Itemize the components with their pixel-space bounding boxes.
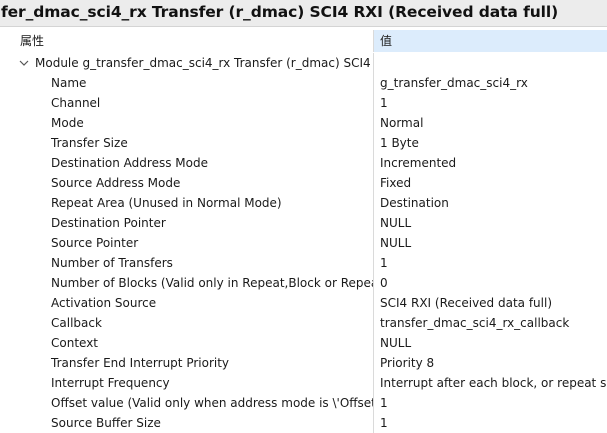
module-label: Module g_transfer_dmac_sci4_rx Transfer … <box>35 56 374 70</box>
property-value[interactable]: NULL <box>374 333 607 353</box>
property-cell: Source Pointer <box>0 233 374 253</box>
table-row[interactable]: Callback transfer_dmac_sci4_rx_callback <box>0 313 607 333</box>
property-name: Transfer Size <box>51 136 128 150</box>
property-value[interactable]: 1 <box>374 93 607 113</box>
module-tree-row[interactable]: Module g_transfer_dmac_sci4_rx Transfer … <box>0 53 607 73</box>
property-name: Offset value (Valid only when address mo… <box>51 396 374 410</box>
property-name: Destination Pointer <box>51 216 166 230</box>
property-value[interactable]: NULL <box>374 233 607 253</box>
property-name: Source Pointer <box>51 236 139 250</box>
property-value[interactable]: SCI4 RXI (Received data full) <box>374 293 607 313</box>
table-row[interactable]: Repeat Area (Unused in Normal Mode) Dest… <box>0 193 607 213</box>
property-name: Number of Blocks (Valid only in Repeat,B… <box>51 276 374 290</box>
table-row[interactable]: Transfer End Interrupt Priority Priority… <box>0 353 607 373</box>
property-cell: Destination Pointer <box>0 213 374 233</box>
property-cell: Repeat Area (Unused in Normal Mode) <box>0 193 374 213</box>
table-row[interactable]: Source Pointer NULL <box>0 233 607 253</box>
property-cell: Source Buffer Size <box>0 413 374 433</box>
property-cell: Context <box>0 333 374 353</box>
property-name: Channel <box>51 96 101 110</box>
table-row[interactable]: Destination Address Mode Incremented <box>0 153 607 173</box>
property-name: Source Buffer Size <box>51 416 161 430</box>
table-row[interactable]: Number of Blocks (Valid only in Repeat,B… <box>0 273 607 293</box>
property-value[interactable]: 1 Byte <box>374 133 607 153</box>
column-header-property[interactable]: 属性 <box>0 30 374 52</box>
property-name: Name <box>51 76 87 90</box>
property-value[interactable]: Normal <box>374 113 607 133</box>
property-cell: Activation Source <box>0 293 374 313</box>
property-value[interactable]: 0 <box>374 273 607 293</box>
property-value[interactable]: Destination <box>374 193 607 213</box>
property-value[interactable]: 1 <box>374 413 607 433</box>
property-cell: Source Address Mode <box>0 173 374 193</box>
table-row[interactable]: Interrupt Frequency Interrupt after each… <box>0 373 607 393</box>
table-row[interactable]: Transfer Size 1 Byte <box>0 133 607 153</box>
properties-title-bar: fer_dmac_sci4_rx Transfer (r_dmac) SCI4 … <box>0 0 607 27</box>
property-value[interactable]: NULL <box>374 213 607 233</box>
property-cell: Callback <box>0 313 374 333</box>
table-row[interactable]: Offset value (Valid only when address mo… <box>0 393 607 413</box>
property-value[interactable]: Fixed <box>374 173 607 193</box>
property-cell: Transfer End Interrupt Priority <box>0 353 374 373</box>
table-row[interactable]: Activation Source SCI4 RXI (Received dat… <box>0 293 607 313</box>
property-value[interactable]: transfer_dmac_sci4_rx_callback <box>374 313 607 333</box>
property-value[interactable]: 1 <box>374 253 607 273</box>
table-header-row: 属性 值 <box>0 30 607 52</box>
table-row[interactable]: Source Address Mode Fixed <box>0 173 607 193</box>
property-value[interactable]: 1 <box>374 393 607 413</box>
property-name: Transfer End Interrupt Priority <box>51 356 230 370</box>
module-value-cell <box>374 53 607 73</box>
table-row[interactable]: Source Buffer Size 1 <box>0 413 607 433</box>
property-value[interactable]: Incremented <box>374 153 607 173</box>
chevron-down-icon[interactable] <box>19 59 29 67</box>
module-property-cell: Module g_transfer_dmac_sci4_rx Transfer … <box>0 53 374 73</box>
property-cell: Number of Transfers <box>0 253 374 273</box>
property-cell: Offset value (Valid only when address mo… <box>0 393 374 413</box>
property-name: Source Address Mode <box>51 176 181 190</box>
table-row[interactable]: Destination Pointer NULL <box>0 213 607 233</box>
property-cell: Name <box>0 73 374 93</box>
properties-title: fer_dmac_sci4_rx Transfer (r_dmac) SCI4 … <box>1 3 559 21</box>
property-name: Destination Address Mode <box>51 156 208 170</box>
table-row[interactable]: Context NULL <box>0 333 607 353</box>
property-name: Mode <box>51 116 84 130</box>
table-row[interactable]: Channel 1 <box>0 93 607 113</box>
property-cell: Number of Blocks (Valid only in Repeat,B… <box>0 273 374 293</box>
property-name: Repeat Area (Unused in Normal Mode) <box>51 196 282 210</box>
property-cell: Destination Address Mode <box>0 153 374 173</box>
column-header-value[interactable]: 值 <box>374 30 607 52</box>
property-name: Activation Source <box>51 296 157 310</box>
property-name: Interrupt Frequency <box>51 376 170 390</box>
property-name: Callback <box>51 316 102 330</box>
property-name: Number of Transfers <box>51 256 173 270</box>
table-row[interactable]: Name g_transfer_dmac_sci4_rx <box>0 73 607 93</box>
property-value[interactable]: Priority 8 <box>374 353 607 373</box>
table-row[interactable]: Mode Normal <box>0 113 607 133</box>
property-value[interactable]: Interrupt after each block, or repeat si… <box>374 373 607 393</box>
property-cell: Channel <box>0 93 374 113</box>
property-cell: Mode <box>0 113 374 133</box>
property-value[interactable]: g_transfer_dmac_sci4_rx <box>374 73 607 93</box>
property-cell: Transfer Size <box>0 133 374 153</box>
property-cell: Interrupt Frequency <box>0 373 374 393</box>
table-row[interactable]: Number of Transfers 1 <box>0 253 607 273</box>
property-name: Context <box>51 336 99 350</box>
